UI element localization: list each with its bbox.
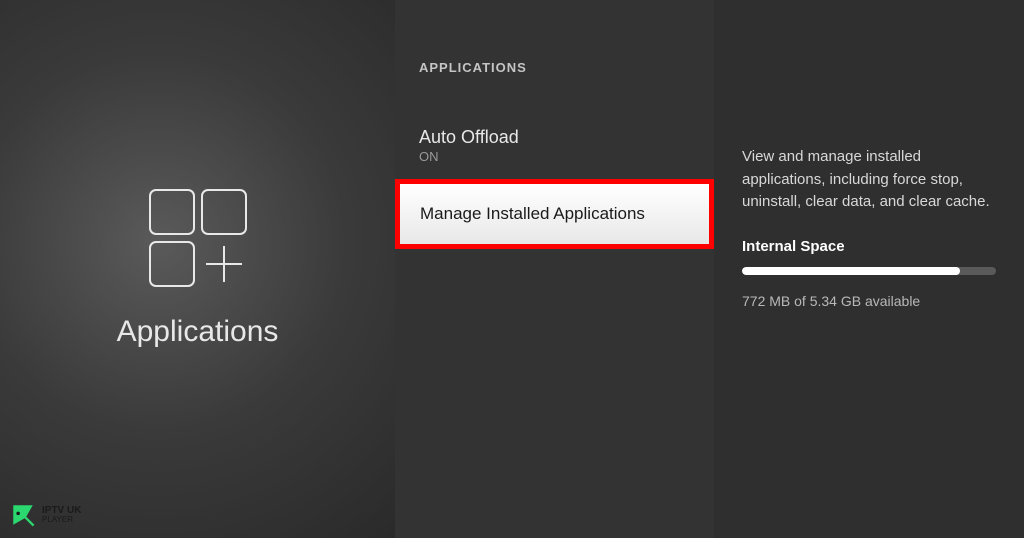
applications-icon xyxy=(149,189,247,287)
category-panel: Applications xyxy=(0,0,395,538)
storage-label: Internal Space xyxy=(742,238,996,255)
play-pointer-icon xyxy=(10,502,36,528)
section-header: APPLICATIONS xyxy=(395,60,714,75)
app-grid-square-icon xyxy=(149,241,195,287)
watermark-text: IPTV UK PLAYER xyxy=(42,506,81,524)
menu-item-status: ON xyxy=(419,149,690,164)
watermark-logo: IPTV UK PLAYER xyxy=(10,502,81,528)
detail-panel: View and manage installed applications, … xyxy=(714,0,1024,538)
menu-item-title: Manage Installed Applications xyxy=(420,204,685,224)
menu-item-title: Auto Offload xyxy=(419,127,690,148)
app-grid-square-icon xyxy=(201,189,247,235)
plus-icon xyxy=(201,241,247,287)
settings-list-panel: APPLICATIONS Auto Offload ON Manage Inst… xyxy=(395,0,714,538)
storage-detail: 772 MB of 5.34 GB available xyxy=(742,293,996,309)
item-description: View and manage installed applications, … xyxy=(742,146,996,214)
category-title: Applications xyxy=(117,315,279,349)
menu-item-manage-installed-applications[interactable]: Manage Installed Applications xyxy=(395,179,714,249)
menu-item-auto-offload[interactable]: Auto Offload ON xyxy=(395,117,714,176)
app-grid-square-icon xyxy=(149,189,195,235)
watermark-line2: PLAYER xyxy=(42,516,81,524)
storage-progress-fill xyxy=(742,267,960,275)
storage-progress-bar xyxy=(742,267,996,275)
